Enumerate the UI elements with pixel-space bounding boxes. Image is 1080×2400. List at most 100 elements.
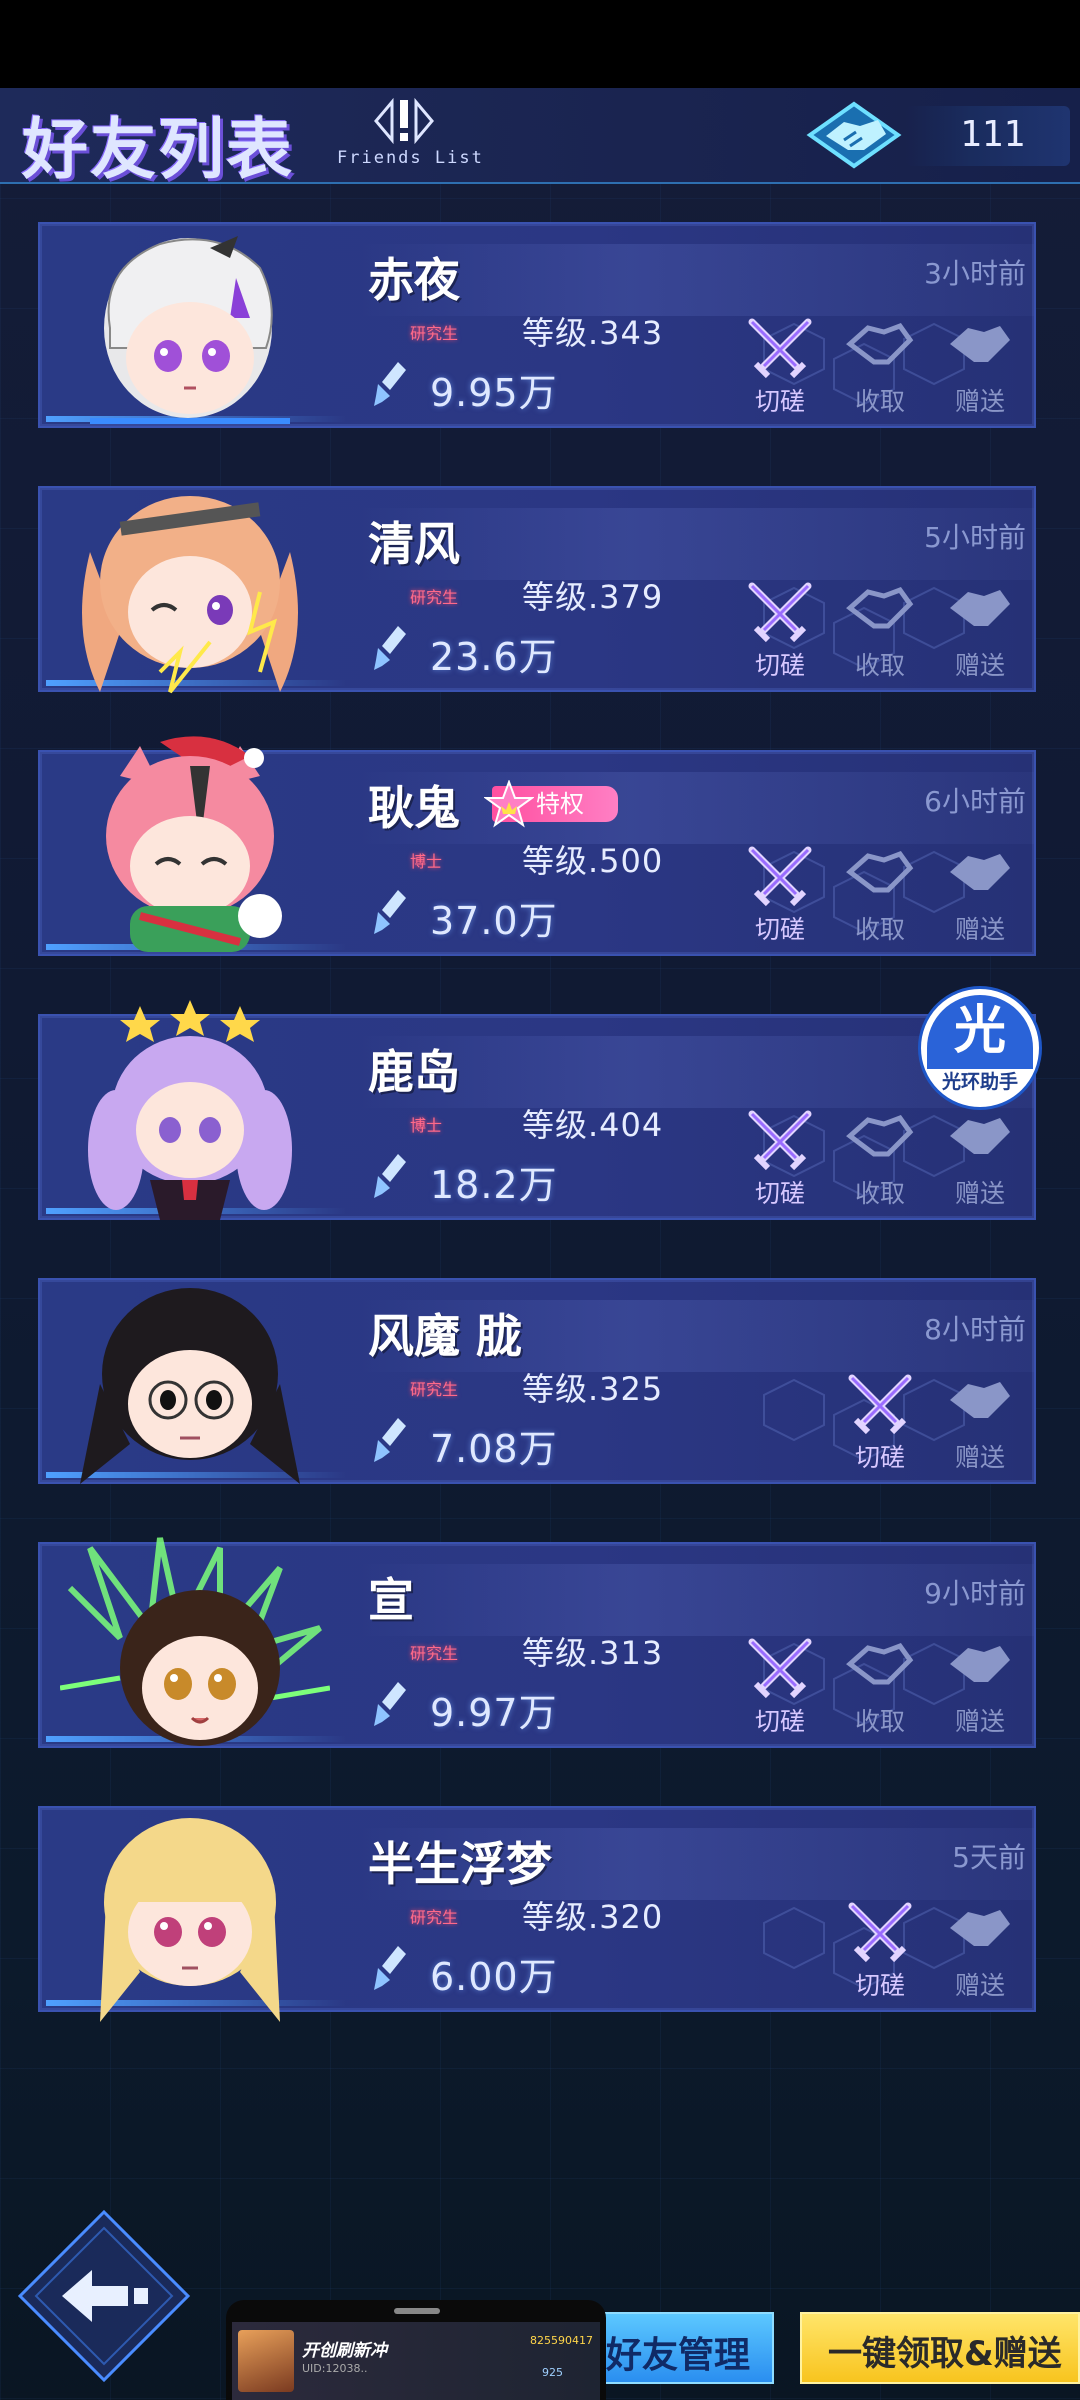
spar-button[interactable]: 切磋 [832, 1898, 928, 2006]
crossed-swords-icon [748, 1638, 812, 1699]
spar-label: 切磋 [754, 387, 805, 416]
friend-card[interactable]: 清风 研究生 等级.379 23.6万 5小时前 切磋 收取 赠送 [38, 486, 1036, 694]
handshake-icon [950, 1118, 1010, 1154]
gift-label: 赠送 [954, 651, 1005, 680]
manage-friends-button[interactable]: 好友管理 [590, 2312, 774, 2384]
friend-level: 等级.379 [522, 578, 664, 616]
handshake-icon [950, 1910, 1010, 1946]
friend-power: 6.00万 [430, 1955, 558, 1999]
friend-rank: 博士 [410, 852, 443, 871]
friend-rank: 研究生 [410, 588, 459, 607]
crossed-swords-icon [748, 582, 812, 643]
friend-card[interactable]: 半生浮梦 研究生 等级.320 6.00万 5天前 切磋 赠送 [38, 1806, 1036, 2022]
claim-label: 一键领取&赠送 [828, 2334, 1062, 2374]
exclamation-icon[interactable] [372, 96, 436, 146]
receive-label: 收取 [854, 1179, 905, 1208]
friend-power: 9.95万 [430, 371, 558, 415]
spar-button[interactable]: 切磋 [732, 578, 828, 686]
friend-card[interactable]: 赤夜 研究生 等级.343 9.95万 3小时前 切磋 收取 赠送 [38, 222, 1036, 428]
last-online: 5小时前 [924, 521, 1026, 554]
spar-label: 切磋 [854, 1971, 905, 2000]
gift-button[interactable]: 赠送 [932, 842, 1028, 950]
gift-label: 赠送 [954, 915, 1005, 944]
spar-button[interactable]: 切磋 [732, 1634, 828, 1742]
spar-button[interactable]: 切磋 [732, 1106, 828, 1214]
page-title: 好友列表 [22, 111, 294, 188]
handshake-icon [950, 1382, 1010, 1418]
friend-count: 111 [960, 114, 1026, 155]
friend-power: 7.08万 [430, 1427, 558, 1471]
receive-button[interactable]: 收取 [832, 842, 928, 950]
last-online: 9小时前 [924, 1577, 1026, 1610]
spar-label: 切磋 [754, 651, 805, 680]
crossed-swords-icon [748, 1110, 812, 1171]
gift-button[interactable]: 赠送 [932, 314, 1028, 422]
friend-rank: 研究生 [410, 1908, 459, 1927]
mini-player-name: 开创刷新冲 [302, 2341, 387, 2361]
spar-button[interactable]: 切磋 [732, 842, 828, 950]
avatar[interactable] [60, 1264, 330, 1500]
mini-stat-primary: 825590417 [530, 2334, 593, 2347]
spar-button[interactable]: 切磋 [732, 314, 828, 422]
handshake-icon [950, 590, 1010, 626]
power-icon [374, 890, 406, 934]
gift-button[interactable]: 赠送 [932, 578, 1028, 686]
avatar[interactable] [60, 472, 330, 708]
spar-label: 切磋 [754, 915, 805, 944]
crossed-swords-icon [748, 318, 812, 379]
drag-handle[interactable] [394, 2308, 440, 2314]
last-online: 3小时前 [924, 257, 1026, 290]
claim-and-gift-all-button[interactable]: 一键领取&赠送 [800, 2312, 1080, 2384]
handshake-icon [950, 854, 1010, 890]
receive-label: 收取 [854, 651, 905, 680]
avatar[interactable] [60, 736, 330, 972]
mini-player-popup[interactable]: 开创刷新冲 UID:12038.. 825590417 925 [226, 2300, 606, 2400]
friend-card[interactable]: 耿鬼 特权 博士 等级.500 37.0万 6小时前 切磋 收取 赠送 [38, 736, 1036, 956]
back-arrow-icon[interactable] [16, 2208, 192, 2384]
receive-button[interactable]: 收取 [832, 314, 928, 422]
gift-button[interactable]: 赠送 [932, 1634, 1028, 1742]
spar-label: 切磋 [754, 1179, 805, 1208]
last-online: 8小时前 [924, 1313, 1026, 1346]
status-bar [0, 0, 1080, 88]
mini-player-uid: UID:12038.. [302, 2362, 368, 2375]
gift-label: 赠送 [954, 387, 1005, 416]
friend-rank: 研究生 [410, 1644, 459, 1663]
avatar[interactable] [60, 208, 330, 444]
avatar[interactable] [60, 1000, 330, 1236]
crossed-swords-icon [848, 1902, 912, 1963]
gift-button[interactable]: 赠送 [932, 1898, 1028, 2006]
friend-name: 半生浮梦 [368, 1837, 552, 1891]
avatar[interactable] [60, 1792, 330, 2028]
avatar[interactable] [60, 1528, 330, 1764]
handshake-icon [846, 1114, 914, 1157]
privilege-label: 特权 [536, 790, 584, 818]
spar-label: 切磋 [854, 1443, 905, 1472]
friends-screen: 好友列表 Friends List 111 赤夜 研究生 等级.343 9.95… [0, 88, 1080, 2400]
friend-rank: 博士 [410, 1116, 443, 1135]
star-icon [484, 780, 534, 828]
friend-power: 37.0万 [430, 899, 558, 943]
handshake-icon [846, 586, 914, 629]
gift-button[interactable]: 赠送 [932, 1370, 1028, 1478]
receive-button[interactable]: 收取 [832, 1634, 928, 1742]
power-icon [374, 626, 406, 670]
friend-card[interactable]: 宣 研究生 等级.313 9.97万 9小时前 切磋 收取 赠送 [38, 1537, 1036, 1748]
receive-label: 收取 [854, 915, 905, 944]
assistant-float-button[interactable]: 光 光环助手 [918, 986, 1042, 1110]
friend-level: 等级.325 [522, 1370, 664, 1408]
friend-card[interactable]: 鹿岛 博士 等级.404 18.2万 切磋 收取 赠送 [38, 1000, 1036, 1220]
receive-button[interactable]: 收取 [832, 1106, 928, 1214]
spar-button[interactable]: 切磋 [832, 1370, 928, 1478]
friend-name: 耿鬼 [368, 781, 460, 835]
friend-card[interactable]: 风魔 胧 研究生 等级.325 7.08万 8小时前 切磋 赠送 [38, 1278, 1036, 1484]
manage-label: 好友管理 [606, 2335, 751, 2376]
last-online: 5天前 [952, 1841, 1026, 1874]
gift-button[interactable]: 赠送 [932, 1106, 1028, 1214]
receive-button[interactable]: 收取 [832, 578, 928, 686]
assistant-label: 光环助手 [941, 1071, 1018, 1093]
crossed-swords-icon [748, 846, 812, 907]
handshake-icon [846, 1642, 914, 1685]
power-icon [374, 1946, 406, 1990]
power-icon [374, 362, 406, 406]
